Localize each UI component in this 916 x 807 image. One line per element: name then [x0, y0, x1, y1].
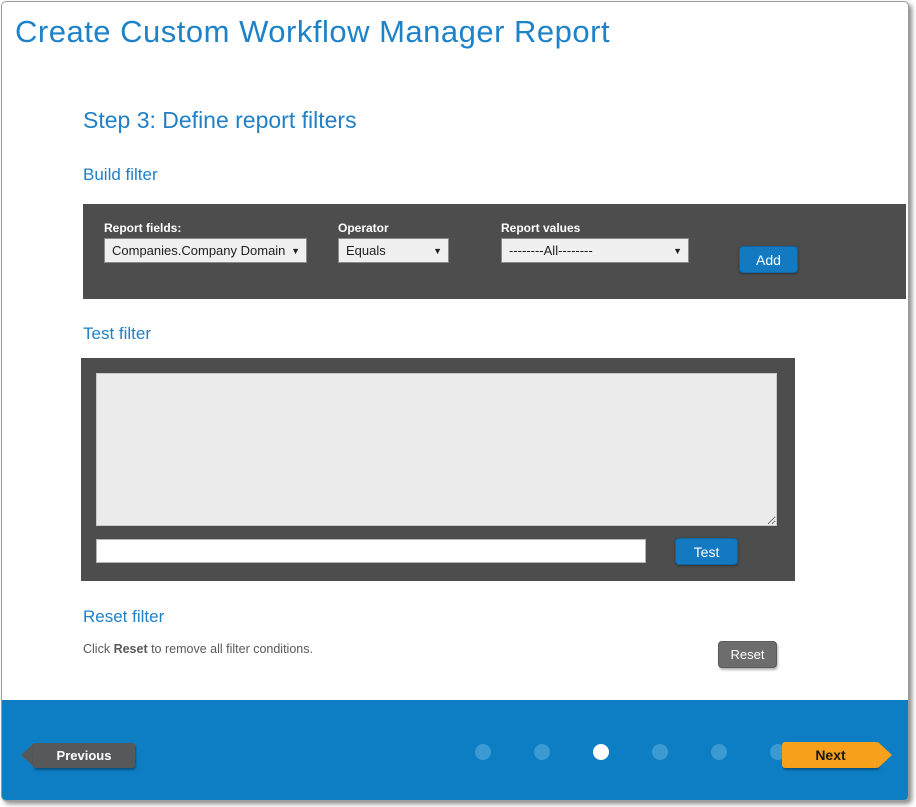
next-button-label: Next: [782, 742, 879, 768]
reset-instruction: Click Reset to remove all filter conditi…: [83, 642, 313, 656]
progress-dot[interactable]: [475, 744, 491, 760]
build-filter-panel: Report fields: Companies.Company Domain …: [83, 204, 906, 299]
progress-dot[interactable]: [711, 744, 727, 760]
reset-instruction-suffix: to remove all filter conditions.: [148, 642, 313, 656]
progress-dot[interactable]: [534, 744, 550, 760]
caret-down-icon: ▼: [433, 246, 442, 256]
report-fields-label: Report fields:: [104, 221, 181, 235]
report-fields-select[interactable]: Companies.Company Domain Na ▼: [104, 238, 307, 263]
progress-dot[interactable]: [652, 744, 668, 760]
operator-selected-value: Equals: [346, 243, 427, 258]
report-fields-selected-value: Companies.Company Domain Na: [112, 243, 285, 258]
add-button[interactable]: Add: [739, 246, 798, 273]
caret-down-icon: ▼: [291, 246, 300, 256]
wizard-nav-bar: Previous Next: [2, 700, 908, 800]
operator-label: Operator: [338, 221, 389, 235]
page-title: Create Custom Workflow Manager Report: [15, 14, 610, 50]
report-values-selected-value: --------All--------: [509, 243, 667, 258]
reset-button[interactable]: Reset: [718, 641, 777, 668]
wizard-page: Create Custom Workflow Manager Report St…: [1, 1, 909, 801]
progress-dots: [475, 744, 786, 760]
reset-instruction-prefix: Click: [83, 642, 114, 656]
report-values-label: Report values: [501, 221, 580, 235]
caret-down-icon: ▼: [673, 246, 682, 256]
test-button[interactable]: Test: [675, 538, 738, 565]
report-values-select[interactable]: --------All-------- ▼: [501, 238, 689, 263]
build-filter-heading: Build filter: [83, 165, 158, 185]
test-filter-input[interactable]: [96, 539, 646, 563]
step-heading: Step 3: Define report filters: [83, 107, 357, 134]
reset-instruction-bold: Reset: [114, 642, 148, 656]
arrow-right-icon: [878, 742, 892, 768]
test-filter-textarea[interactable]: [96, 373, 777, 526]
previous-button[interactable]: Previous: [21, 743, 135, 768]
progress-dot-active[interactable]: [593, 744, 609, 760]
operator-select[interactable]: Equals ▼: [338, 238, 449, 263]
test-filter-heading: Test filter: [83, 324, 151, 344]
test-filter-panel: Test: [81, 358, 795, 581]
next-button[interactable]: Next: [782, 742, 892, 768]
previous-button-label: Previous: [33, 743, 135, 768]
reset-filter-heading: Reset filter: [83, 607, 164, 627]
